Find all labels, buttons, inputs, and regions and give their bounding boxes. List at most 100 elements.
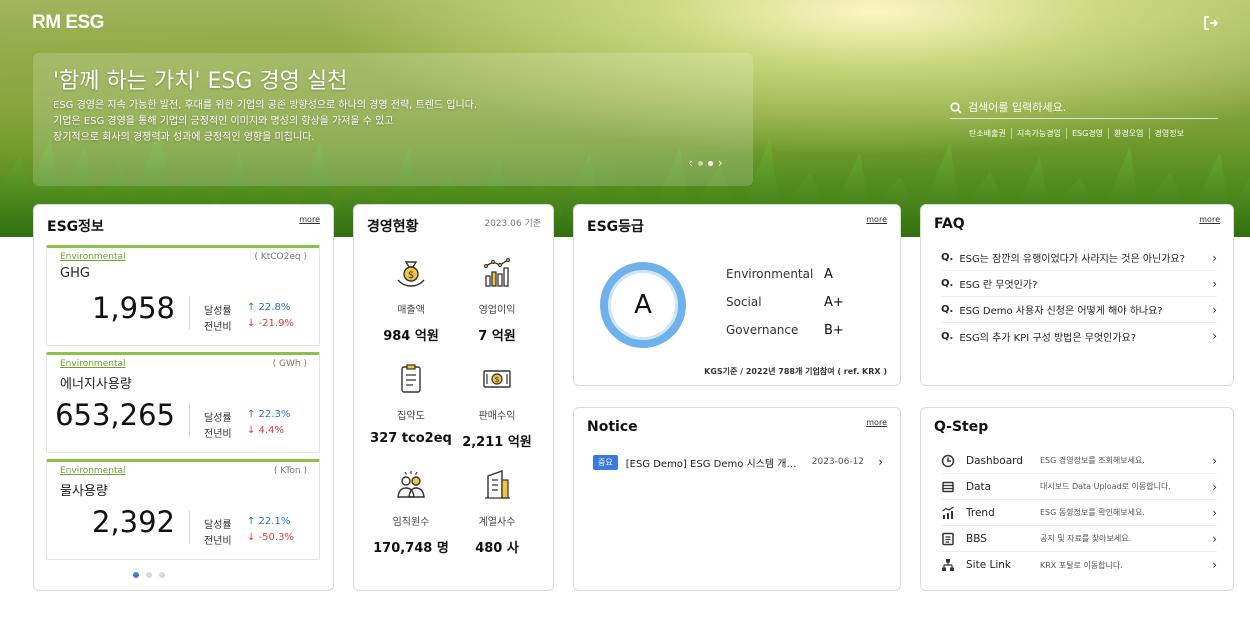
info-value: 1,958: [91, 291, 175, 325]
chevron-right-icon: ›: [1212, 531, 1217, 546]
more-link[interactable]: more: [299, 215, 320, 224]
card-title: ESG정보: [47, 219, 104, 235]
chevron-right-icon: ›: [1212, 558, 1217, 572]
faq-question: ESG 란 무엇인가?: [959, 280, 1038, 291]
management-label: 판매수익: [478, 411, 516, 422]
management-item-operating-profit: 영업이익 7 억원: [452, 256, 542, 344]
yoy-label: 전년비: [204, 536, 232, 547]
grade-label: Governance: [726, 323, 799, 337]
faq-item[interactable]: Q. ESG 란 무엇인가? ›: [941, 271, 1217, 297]
chevron-right-icon: ›: [1212, 250, 1217, 265]
esg-info-item-ghg[interactable]: Environmental ( KtCO2eq ) GHG 1,958 달성률 …: [46, 245, 320, 346]
clipboard-icon: [401, 364, 421, 393]
qstep-desc: ESG 경영정보를 조회해보세요.: [1040, 456, 1145, 465]
faq-q-mark: Q.: [941, 278, 954, 289]
faq-item[interactable]: Q. ESG의 추가 KPI 구성 방법은 무엇인가요? ›: [941, 323, 1217, 349]
trend-icon: [942, 506, 954, 519]
qstep-item-dashboard[interactable]: Dashboard ESG 경영정보를 조회해보세요. ›: [941, 448, 1217, 474]
pager-dot[interactable]: [146, 572, 152, 578]
carousel-next-icon[interactable]: ›: [718, 156, 723, 170]
management-value: 7 억원: [478, 329, 516, 344]
management-label: 영업이익: [478, 305, 516, 316]
important-badge: 중요: [593, 454, 618, 470]
management-value: 170,748 명: [373, 541, 449, 556]
qstep-item-trend[interactable]: Trend ESG 동향정보를 확인해보세요. ›: [941, 500, 1217, 526]
more-link[interactable]: more: [866, 215, 887, 224]
qstep-item-data[interactable]: Data 대시보드 Data Upload로 이동합니다. ›: [941, 474, 1217, 500]
qstep-desc: KRX 포탈로 이동합니다.: [1040, 560, 1123, 570]
faq-question: ESG Demo 사용자 신청은 어떻게 해야 하나요?: [959, 306, 1163, 317]
search-icon[interactable]: [950, 101, 962, 114]
qstep-item-site-link[interactable]: Site Link KRX 포탈로 이동합니다. ›: [941, 552, 1217, 578]
info-name: GHG: [60, 266, 90, 281]
sitemap-icon: [942, 559, 954, 571]
info-category[interactable]: Environmental: [60, 252, 125, 262]
card-title: Notice: [587, 419, 638, 435]
rate-value: ↑ 22.8%: [247, 302, 291, 313]
search-tag[interactable]: 환경오염: [1109, 128, 1150, 139]
esg-info-card: ESG정보 more Environmental ( KtCO2eq ) GHG…: [33, 204, 334, 591]
qstep-label: BBS: [966, 532, 987, 545]
qstep-item-bbs[interactable]: BBS 공지 및 자료를 찾아보세요. ›: [941, 526, 1217, 552]
card-title: FAQ: [934, 216, 965, 232]
management-label: 매출액: [397, 305, 425, 316]
carousel-prev-icon[interactable]: ‹: [688, 156, 693, 170]
search-input[interactable]: [968, 101, 1198, 114]
carousel-dot-active[interactable]: [707, 160, 713, 166]
pager-dot-active[interactable]: [133, 572, 139, 578]
grade-label: Social: [726, 295, 762, 309]
pager-dot[interactable]: [159, 572, 165, 578]
qstep-desc: 공지 및 자료를 찾아보세요.: [1040, 534, 1132, 543]
management-item-sales-revenue: $ 판매수익 2,211 억원: [452, 362, 542, 450]
divider: [189, 296, 190, 330]
hero-title: '함께 하는 가치' ESG 경영 실천: [53, 69, 348, 94]
database-icon: [942, 481, 954, 492]
management-value: 480 사: [475, 541, 519, 556]
search-tag[interactable]: 경영정보: [1150, 128, 1189, 139]
yoy-value: ↓ -50.3%: [247, 532, 294, 543]
more-link[interactable]: more: [866, 418, 887, 427]
hero-desc-line: ESG 경영은 지속 가능한 발전, 후대를 위한 기업의 공존 방향성으로 하…: [53, 100, 478, 111]
rate-label: 달성률: [204, 520, 232, 531]
hero-banner: RM ESG '함께 하는 가치' ESG 경영 실천 ESG 경영은 지속 가…: [0, 0, 1250, 237]
more-link[interactable]: more: [1199, 215, 1220, 224]
chevron-right-icon: ›: [878, 455, 883, 469]
chevron-right-icon: ›: [1212, 329, 1217, 343]
qstep-desc: 대시보드 Data Upload로 이동합니다.: [1040, 482, 1171, 491]
esg-info-item-energy[interactable]: Environmental ( GWh ) 에너지사용량 653,265 달성률…: [46, 352, 320, 453]
info-category[interactable]: Environmental: [60, 359, 125, 369]
yoy-label: 전년비: [204, 322, 232, 333]
management-value: 2,211 억원: [462, 435, 532, 450]
notice-item[interactable]: 중요 [ESG Demo] ESG Demo 시스템 개편 안내 2023-06…: [593, 452, 883, 472]
management-item-intensity: 집약도 327 tco2eq: [366, 362, 456, 446]
faq-q-mark: Q.: [941, 330, 954, 342]
svg-text:$: $: [494, 375, 499, 384]
overall-grade-ring: A: [600, 262, 686, 348]
esg-info-item-water[interactable]: Environmental ( KTon ) 물사용량 2,392 달성률 ↑ …: [46, 459, 320, 560]
info-category[interactable]: Environmental: [60, 466, 125, 476]
search-tag[interactable]: 지속가능경영: [1012, 128, 1067, 139]
chevron-right-icon: ›: [1212, 302, 1217, 317]
management-item-affiliates: 계열사수 480 사: [452, 468, 542, 556]
yoy-label: 전년비: [204, 429, 232, 440]
management-value: 984 억원: [383, 329, 439, 344]
search-tag[interactable]: 탄소배출권: [964, 128, 1012, 139]
basis-date: 2023.06 기준: [484, 219, 541, 229]
search-tag[interactable]: ESG경영: [1067, 128, 1110, 139]
faq-item[interactable]: Q. ESG Demo 사용자 신청은 어떻게 해야 하나요? ›: [941, 297, 1217, 323]
yoy-value: ↓ -21.9%: [247, 318, 294, 329]
management-label: 계열사수: [478, 517, 516, 528]
notice-date: 2023-06-12: [811, 457, 865, 467]
clock-icon: [941, 454, 955, 467]
app-logo[interactable]: RM ESG: [32, 12, 104, 34]
faq-item[interactable]: Q. ESG는 잠깐의 유행이었다가 사라지는 것은 아닌가요? ›: [941, 245, 1217, 271]
info-unit: ( KTon ): [273, 466, 307, 476]
carousel-dot[interactable]: [697, 160, 703, 166]
search-tags: 탄소배출권 지속가능경영 ESG경영 환경오염 경영정보: [964, 128, 1189, 139]
notice-card: Notice more: [573, 407, 901, 591]
chevron-right-icon: ›: [1212, 479, 1217, 494]
grade-note: KGS기준 / 2022년 788개 기업참여 ( ref. KRX ): [704, 367, 887, 376]
yoy-value: ↓ 4.4%: [247, 425, 284, 436]
hero-description: ESG 경영은 지속 가능한 발전, 후대를 위한 기업의 공존 방향성으로 하…: [53, 98, 477, 146]
logout-icon[interactable]: [1202, 14, 1220, 32]
